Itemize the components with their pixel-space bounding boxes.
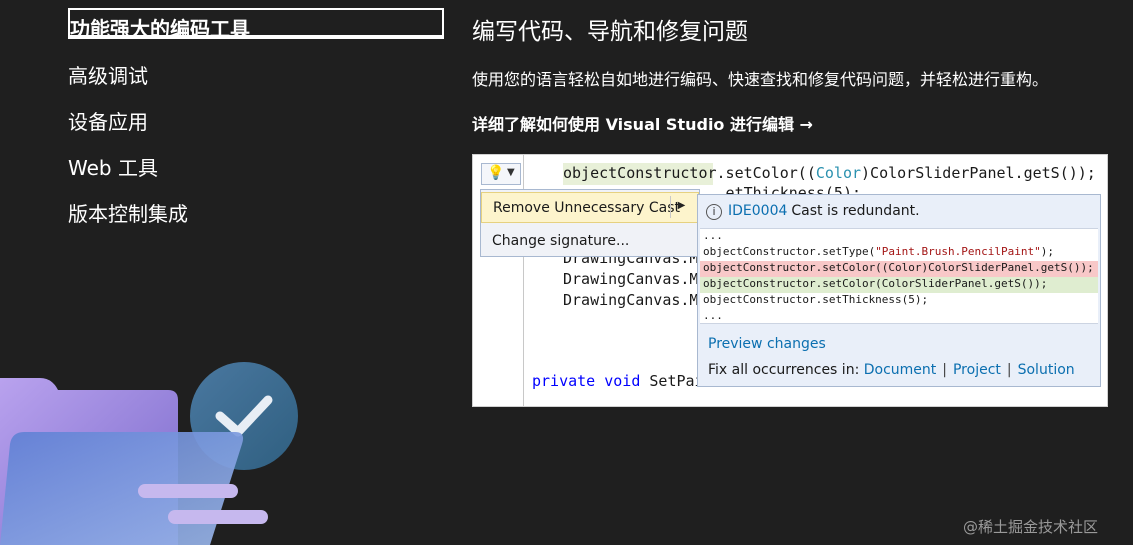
- diagnostic-message: Cast is redundant.: [791, 203, 920, 219]
- line-shape: [168, 510, 268, 524]
- diff-line: objectConstructor.setType("Paint.Brush.P…: [703, 245, 1055, 258]
- learn-more-link[interactable]: 详细了解如何使用 Visual Studio 进行编辑 →: [472, 111, 813, 135]
- diff-line-added: objectConstructor.setColor(ColorSliderPa…: [700, 277, 1098, 293]
- diagnostic-id[interactable]: IDE0004: [728, 203, 787, 219]
- section-description: 使用您的语言轻松自如地进行编码、快速查找和修复代码问题，并轻松进行重构。: [472, 70, 1049, 89]
- line-shape: [138, 484, 238, 498]
- code-line-canvas: DrawingCanvas.M: [563, 291, 699, 309]
- diff-line: ...: [703, 229, 723, 242]
- diff-preview: ... objectConstructor.setType("Paint.Bru…: [700, 228, 1098, 324]
- diff-line-removed: objectConstructor.setColor((Color)ColorS…: [700, 261, 1098, 277]
- fix-preview-tooltip: i IDE0004 Cast is redundant. ... objectCon…: [697, 194, 1101, 387]
- info-icon: i: [706, 204, 722, 220]
- code-line-set-color: objectConstructor.setColor((Color)ColorS…: [563, 164, 1096, 182]
- editor-screenshot: objectConstructor.setColor((Color)ColorS…: [472, 154, 1108, 407]
- watermark: @稀土掘金技术社区: [963, 518, 1099, 536]
- scope-project-link[interactable]: Project: [953, 362, 1001, 378]
- code-line-canvas: DrawingCanvas.M: [563, 270, 699, 288]
- code-line-private-method: private void SetPai: [532, 372, 704, 390]
- nav-item-version-control[interactable]: 版本控制集成: [68, 192, 444, 238]
- preview-changes-link[interactable]: Preview changes: [708, 336, 826, 352]
- quick-actions-menu: Remove Unnecessary Cast ▶ Change signatu…: [480, 189, 700, 257]
- scope-solution-link[interactable]: Solution: [1018, 362, 1075, 378]
- lightbulb-icon: 💡: [487, 165, 505, 181]
- diff-line: ...: [703, 309, 723, 322]
- nav-item-web-tools[interactable]: Web 工具: [68, 146, 444, 192]
- nav-item-debugging[interactable]: 高级调试: [68, 54, 444, 100]
- quick-actions-button[interactable]: 💡 ▼: [481, 163, 521, 185]
- nav-item-coding-tools[interactable]: 功能强大的编码工具: [68, 8, 444, 41]
- feature-nav: 功能强大的编码工具 高级调试 设备应用 Web 工具 版本控制集成: [68, 8, 444, 238]
- menu-item-change-signature[interactable]: Change signature...: [481, 226, 699, 257]
- folder-check-illustration: [0, 362, 298, 545]
- tooltip-header: i IDE0004 Cast is redundant.: [706, 203, 920, 220]
- chevron-down-icon: ▼: [507, 167, 515, 178]
- chevron-right-icon[interactable]: ▶: [670, 196, 692, 218]
- fix-all-row: Fix all occurrences in: Document | Project…: [708, 362, 1075, 378]
- fix-all-label: Fix all occurrences in:: [708, 362, 860, 378]
- diff-line: objectConstructor.setThickness(5);: [703, 293, 929, 306]
- menu-item-remove-cast[interactable]: Remove Unnecessary Cast ▶: [481, 192, 699, 223]
- nav-item-device-apps[interactable]: 设备应用: [68, 100, 444, 146]
- scope-document-link[interactable]: Document: [864, 362, 937, 378]
- section-headline: 编写代码、导航和修复问题: [472, 19, 748, 45]
